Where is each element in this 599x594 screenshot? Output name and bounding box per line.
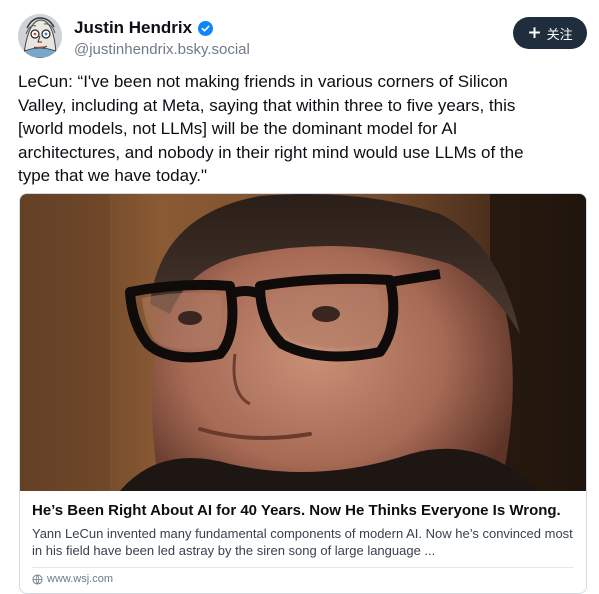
plus-icon: + — [527, 22, 542, 43]
verified-badge-icon — [198, 20, 214, 36]
link-card-domain-text: www.wsj.com — [47, 573, 114, 585]
post-header: Justin Hendrix @justinhendrix.bsky.socia… — [18, 14, 587, 62]
follow-button-label: 关注 — [546, 27, 573, 43]
author-display-name-text[interactable]: Justin Hendrix — [74, 18, 192, 38]
link-card-domain[interactable]: www.wsj.com — [32, 572, 113, 586]
globe-icon — [32, 573, 43, 585]
link-card-divider — [32, 567, 574, 568]
portrait-photo-icon — [20, 194, 586, 491]
link-card-title[interactable]: He’s Been Right About AI for 40 Years. N… — [32, 501, 577, 521]
link-card[interactable]: He’s Been Right About AI for 40 Years. N… — [19, 193, 587, 594]
author-avatar[interactable] — [18, 14, 62, 58]
follow-button[interactable]: + 关注 — [513, 17, 587, 49]
link-card-description: Yann LeCun invented many fundamental com… — [32, 526, 573, 558]
sketch-portrait-avatar-icon — [18, 14, 62, 58]
link-card-image[interactable] — [20, 194, 586, 491]
author-name-block: Justin Hendrix @justinhendrix.bsky.socia… — [74, 18, 250, 60]
author-display-name[interactable]: Justin Hendrix — [74, 18, 250, 38]
post-text: LeCun: “I've been not making friends in … — [18, 72, 524, 185]
author-handle[interactable]: @justinhendrix.bsky.social — [74, 40, 250, 60]
